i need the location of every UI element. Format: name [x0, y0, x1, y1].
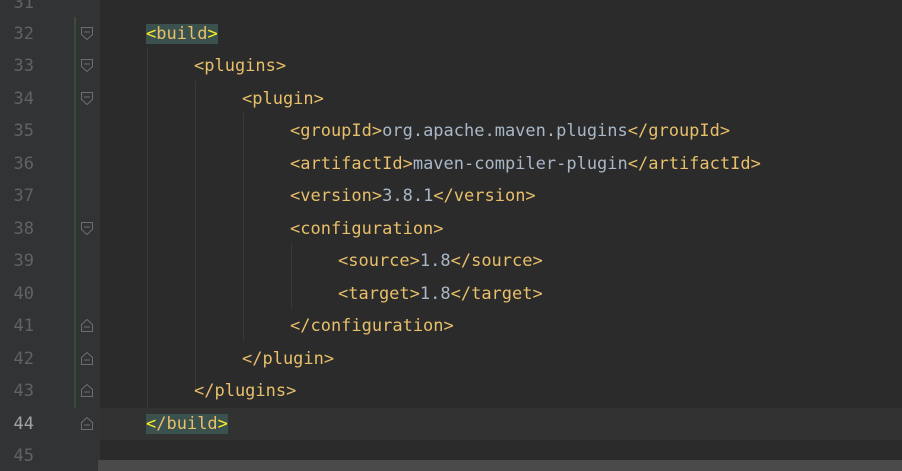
gutter-cell: 31: [0, 0, 100, 19]
code-text[interactable]: <artifactId>maven-compiler-plugin</artif…: [290, 148, 761, 180]
line-number: 44: [13, 414, 34, 434]
code-line[interactable]: 32 <build>: [0, 18, 902, 50]
line-number: 37: [13, 186, 34, 206]
matched-tag: <build>: [146, 24, 218, 44]
gutter-cell: 37: [0, 180, 100, 212]
code-line[interactable]: 31: [0, 0, 902, 19]
fold-end-icon[interactable]: [81, 384, 93, 397]
code-line[interactable]: 43 </plugins>: [0, 375, 902, 407]
code-text[interactable]: </plugins>: [194, 375, 296, 407]
code-text[interactable]: <version>3.8.1</version>: [290, 180, 536, 212]
line-number: 38: [13, 219, 34, 239]
code-text[interactable]: <build>: [146, 18, 218, 50]
code-line[interactable]: 41 </configuration>: [0, 310, 902, 342]
gutter-cell: 35: [0, 115, 100, 147]
gutter-cell: 34: [0, 83, 100, 115]
gutter-cell: 36: [0, 148, 100, 180]
matched-tag: </build>: [146, 414, 228, 434]
fold-collapse-icon[interactable]: [81, 222, 93, 235]
line-number: 33: [13, 56, 34, 76]
code-text[interactable]: <groupId>org.apache.maven.plugins</group…: [290, 115, 730, 147]
code-line[interactable]: 42 </plugin>: [0, 343, 902, 375]
code-line[interactable]: 37 <version>3.8.1</version>: [0, 180, 902, 212]
line-number: 34: [13, 89, 34, 109]
code-lines[interactable]: 31 32 <build> 33 <plugins> 34 <plugin> 3…: [0, 0, 902, 471]
code-text[interactable]: <source>1.8</source>: [338, 245, 543, 277]
line-number: 40: [13, 284, 34, 304]
gutter-cell: 44: [0, 408, 100, 440]
code-line[interactable]: 35 <groupId>org.apache.maven.plugins</gr…: [0, 115, 902, 147]
gutter-cell: 43: [0, 375, 100, 407]
code-line[interactable]: 39 <source>1.8</source>: [0, 245, 902, 277]
gutter-cell: 39: [0, 245, 100, 277]
line-number: 42: [13, 349, 34, 369]
gutter-cell: 40: [0, 278, 100, 310]
code-line[interactable]: 34 <plugin>: [0, 83, 902, 115]
code-line[interactable]: 33 <plugins>: [0, 50, 902, 82]
code-editor[interactable]: 31 32 <build> 33 <plugins> 34 <plugin> 3…: [0, 0, 902, 471]
code-text[interactable]: <plugins>: [194, 50, 286, 82]
gutter-cell: 41: [0, 310, 100, 342]
fold-collapse-icon[interactable]: [81, 27, 93, 40]
horizontal-scrollbar[interactable]: [98, 460, 902, 471]
code-text[interactable]: </configuration>: [290, 310, 454, 342]
line-number: 43: [13, 381, 34, 401]
line-number: 36: [13, 154, 34, 174]
gutter-cell: 33: [0, 50, 100, 82]
line-number: 35: [13, 121, 34, 141]
code-line[interactable]: 36 <artifactId>maven-compiler-plugin</ar…: [0, 148, 902, 180]
fold-collapse-icon[interactable]: [81, 59, 93, 72]
gutter-cell: 32: [0, 18, 100, 50]
code-text[interactable]: <configuration>: [290, 213, 444, 245]
code-text[interactable]: <plugin>: [242, 83, 324, 115]
current-line[interactable]: 44 </build>: [0, 408, 902, 440]
code-text[interactable]: </plugin>: [242, 343, 334, 375]
fold-end-icon[interactable]: [81, 352, 93, 365]
gutter-cell: 38: [0, 213, 100, 245]
line-number: 32: [13, 24, 34, 44]
gutter-cell: 45: [0, 440, 100, 471]
line-number: 31: [13, 0, 34, 13]
code-line[interactable]: 40 <target>1.8</target>: [0, 278, 902, 310]
code-text[interactable]: </build>: [146, 408, 228, 440]
fold-end-icon[interactable]: [81, 319, 93, 332]
line-number: 39: [13, 251, 34, 271]
line-number: 45: [13, 446, 34, 466]
fold-collapse-icon[interactable]: [81, 92, 93, 105]
gutter-cell: 42: [0, 343, 100, 375]
line-number: 41: [13, 316, 34, 336]
code-line[interactable]: 38 <configuration>: [0, 213, 902, 245]
code-text[interactable]: <target>1.8</target>: [338, 278, 543, 310]
fold-end-icon[interactable]: [81, 417, 93, 430]
